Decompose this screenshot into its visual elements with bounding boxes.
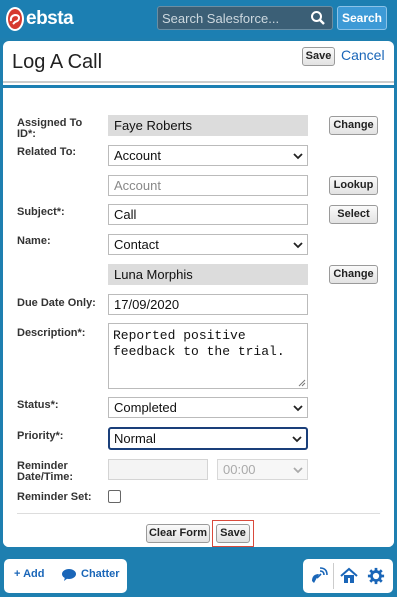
gear-icon[interactable] (367, 567, 385, 585)
account-input[interactable]: Account (108, 175, 308, 196)
description-textarea[interactable]: Reported positive feedback to the trial. (108, 323, 308, 389)
status-value: Completed (114, 400, 177, 415)
priority-label: Priority*: (17, 430, 64, 442)
bottom-right-group (303, 559, 393, 593)
lookup-button[interactable]: Lookup (329, 176, 378, 195)
search-icon[interactable] (310, 10, 326, 26)
page-title: Log A Call (12, 51, 103, 73)
change-contact-button[interactable]: Change (329, 265, 378, 284)
clear-form-button[interactable]: Clear Form (146, 524, 210, 543)
reminder-set-checkbox[interactable] (108, 490, 121, 503)
save-button[interactable]: Save (216, 524, 250, 543)
reminder-date-input[interactable] (108, 459, 208, 480)
contact-field: Luna Morphis (108, 264, 308, 285)
reminder-time-value: 00:00 (223, 462, 256, 477)
log-call-panel: Log A Call Save Cancel Assigned To ID*: … (3, 41, 394, 547)
logo-text: ebsta (26, 8, 74, 29)
bottom-bar: + Add Chatter (0, 553, 397, 597)
reminder-set-label: Reminder Set: (17, 491, 92, 503)
subject-select-button[interactable]: Select (329, 205, 378, 224)
chevron-down-icon (292, 436, 302, 443)
related-to-select[interactable]: Account (108, 145, 308, 166)
top-bar: ebsta Search (0, 0, 397, 38)
change-assigned-button[interactable]: Change (329, 116, 378, 135)
separator (333, 563, 334, 589)
chevron-down-icon (293, 405, 303, 412)
resize-handle-icon[interactable] (298, 379, 306, 387)
panel-header: Log A Call Save Cancel (3, 41, 394, 83)
reminder-datetime-label: Reminder Date/Time: (17, 460, 74, 483)
due-date-label: Due Date Only: (17, 297, 96, 309)
chevron-down-icon (293, 467, 303, 474)
chatter-button[interactable]: Chatter (81, 568, 120, 580)
related-to-label: Related To: (17, 146, 77, 158)
home-icon[interactable] (339, 566, 359, 586)
subject-input[interactable]: Call (108, 204, 308, 225)
ebsta-logo[interactable]: ebsta (6, 6, 74, 32)
chatter-icon (62, 569, 76, 581)
satellite-icon[interactable] (309, 566, 329, 586)
add-button[interactable]: + Add (14, 568, 44, 580)
subject-label: Subject*: (17, 206, 65, 218)
chevron-down-icon (293, 242, 303, 249)
due-date-input[interactable]: 17/09/2020 (108, 294, 308, 315)
description-text: Reported positive feedback to the trial. (113, 328, 285, 359)
form-body: Assigned To ID*: Faye Roberts Change Rel… (3, 85, 394, 547)
search-box (157, 6, 333, 30)
chevron-down-icon (293, 153, 303, 160)
search-input[interactable] (158, 7, 308, 29)
search-button[interactable]: Search (337, 6, 387, 30)
divider (17, 513, 380, 514)
status-label: Status*: (17, 399, 59, 411)
assigned-to-field: Faye Roberts (108, 115, 308, 136)
cancel-link[interactable]: Cancel (341, 47, 385, 63)
name-label: Name: (17, 235, 51, 247)
priority-value: Normal (114, 431, 156, 446)
name-value: Contact (114, 237, 159, 252)
priority-select[interactable]: Normal (108, 427, 308, 450)
bottom-left-group: + Add Chatter (4, 559, 127, 593)
assigned-to-label: Assigned To ID*: (17, 117, 83, 140)
name-select[interactable]: Contact (108, 234, 308, 255)
description-label: Description*: (17, 327, 86, 339)
header-save-button[interactable]: Save (302, 47, 335, 66)
status-select[interactable]: Completed (108, 397, 308, 418)
related-to-value: Account (114, 148, 161, 163)
reminder-time-select[interactable]: 00:00 (217, 459, 308, 480)
ebsta-logo-icon (6, 7, 24, 31)
